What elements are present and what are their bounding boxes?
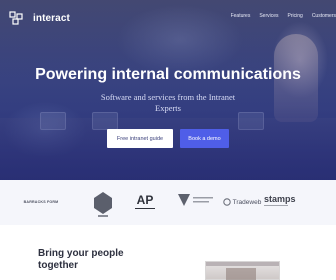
customer-logo-tradeweb: Tradeweb (222, 195, 262, 209)
customer-logo-v-brand (176, 192, 216, 210)
brand-logo[interactable]: interact (9, 11, 70, 25)
hero-headline: Powering internal communications (35, 66, 301, 83)
nav-item-pricing[interactable]: Pricing (288, 13, 303, 19)
tradeweb-mark-icon (222, 198, 231, 206)
hero-banner: interact Features Services Pricing Custo… (0, 0, 336, 180)
customer-logo-ap: AP (134, 190, 156, 212)
free-intranet-guide-button[interactable]: Free intranet guide (107, 129, 173, 148)
shield-emblem-icon (94, 192, 112, 217)
stamps-tagline-line (264, 204, 288, 207)
hero-overlay (0, 0, 336, 180)
hero-subline: Software and services from the Intranet … (100, 92, 236, 113)
nav-item-customers[interactable]: Customers (312, 13, 336, 19)
nav-item-features[interactable]: Features (231, 13, 251, 19)
customer-logos-strip: BARRACKS FORM AP Tradeweb stamps (0, 180, 336, 225)
brand-name: interact (33, 12, 70, 24)
ap-underline (135, 207, 155, 210)
customer-logo-emblem (88, 190, 118, 218)
main-nav: Features Services Pricing Customers (231, 13, 336, 19)
customer-logo-stamps: stamps (264, 189, 300, 211)
v-mark-icon (178, 194, 213, 206)
interact-logo-icon (9, 11, 23, 25)
thumbnail-topbar (206, 262, 279, 266)
intro-section: Bring your people together (0, 225, 336, 280)
customer-logo-barracks: BARRACKS FORM (23, 200, 59, 204)
section-title: Bring your people together (38, 248, 124, 271)
book-a-demo-button[interactable]: Book a demo (180, 129, 229, 148)
nav-item-services[interactable]: Services (259, 13, 278, 19)
thumbnail-photo (226, 268, 256, 280)
product-screenshot-thumbnail (205, 261, 280, 280)
